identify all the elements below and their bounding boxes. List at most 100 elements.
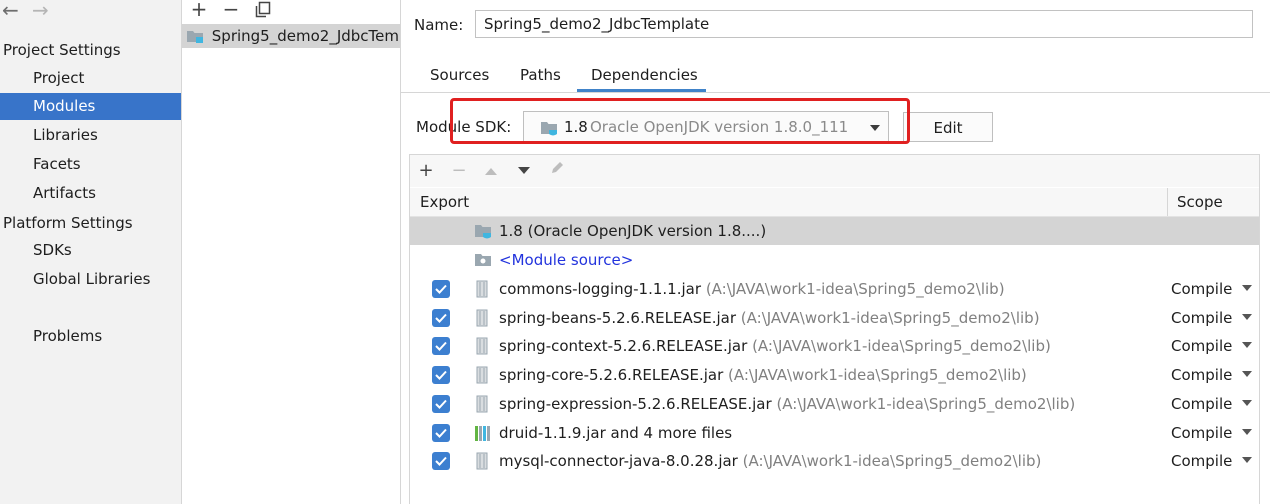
scope-select[interactable]: Compile [1171,304,1232,332]
table-row-dependency[interactable]: druid-1.1.9.jar and 4 more files Compile [410,419,1259,447]
module-folder-icon [187,31,203,43]
forward-arrow-icon[interactable]: → [32,0,56,22]
export-checkbox[interactable] [432,395,450,413]
chevron-down-icon[interactable] [1241,399,1253,407]
sidebar-item-project[interactable]: Project [0,65,181,92]
triangle-down-icon [518,167,530,174]
sidebar-item-modules[interactable]: Modules [0,93,181,120]
export-checkbox[interactable] [432,452,450,470]
sidebar-item-facets[interactable]: Facets [0,151,181,178]
tab-sources[interactable]: Sources [430,62,489,92]
sidebar-item-problems[interactable]: Problems [0,323,181,350]
project-settings-header: Project Settings [3,41,121,59]
settings-sidebar: ← → Project Settings Project Modules Lib… [0,0,182,504]
scope-select[interactable]: Compile [1171,419,1232,447]
scope-select[interactable]: Compile [1171,447,1232,475]
tab-paths[interactable]: Paths [520,62,561,92]
export-checkbox[interactable] [432,337,450,355]
table-row-dependency[interactable]: commons-logging-1.1.1.jar (A:\JAVA\work1… [410,275,1259,303]
scope-column-header[interactable]: Scope [1177,188,1223,216]
table-row-dependency[interactable]: spring-context-5.2.6.RELEASE.jar (A:\JAV… [410,332,1259,360]
column-divider[interactable] [1167,188,1168,216]
highlight-annotation [450,98,910,144]
table-row-sdk[interactable]: 1.8 (Oracle OpenJDK version 1.8....) [410,217,1259,245]
scope-select[interactable]: Compile [1171,275,1232,303]
dependency-path: (A:\JAVA\work1-idea\Spring5_demo2\lib) [705,280,1005,298]
jar-icon [474,309,490,331]
add-dependency-button[interactable]: + [415,159,437,183]
back-arrow-icon[interactable]: ← [2,0,26,22]
module-source-label: <Module source> [499,251,634,269]
edit-sdk-button[interactable]: Edit [903,112,993,142]
chevron-down-icon[interactable] [1241,370,1253,378]
checkmark-icon [435,370,447,380]
edit-dependency-button[interactable] [546,159,568,183]
chevron-down-icon[interactable] [1241,284,1253,292]
scope-select[interactable]: Compile [1171,361,1232,389]
table-row-module-source[interactable]: <Module source> [410,246,1259,274]
sidebar-item-artifacts[interactable]: Artifacts [0,180,181,207]
dependency-name: spring-core-5.2.6.RELEASE.jar [499,366,724,384]
checkmark-icon [435,341,447,351]
module-name-input[interactable]: Spring5_demo2_JdbcTemplate [475,10,1253,38]
dependency-name: spring-beans-5.2.6.RELEASE.jar [499,309,737,327]
modules-list-pane: + − Spring5_demo2_JdbcTemplate [182,0,401,504]
checkmark-icon [435,399,447,409]
sidebar-item-global-libraries[interactable]: Global Libraries [0,266,181,293]
jar-icon [474,280,490,302]
table-row-dependency[interactable]: mysql-connector-java-8.0.28.jar (A:\JAVA… [410,447,1259,475]
chevron-down-icon[interactable] [1241,313,1253,321]
name-label: Name: [414,16,464,34]
dependency-name: spring-context-5.2.6.RELEASE.jar [499,337,748,355]
module-list-item-label: Spring5_demo2_JdbcTemplate [211,27,400,45]
export-checkbox[interactable] [432,280,450,298]
jar-icon [474,452,490,474]
sidebar-item-sdks[interactable]: SDKs [0,237,181,264]
scope-select[interactable]: Compile [1171,332,1232,360]
table-row-dependency[interactable]: spring-beans-5.2.6.RELEASE.jar (A:\JAVA\… [410,304,1259,332]
table-row-dependency[interactable]: spring-expression-5.2.6.RELEASE.jar (A:\… [410,390,1259,418]
checkmark-icon [435,456,447,466]
dependency-path: (A:\JAVA\work1-idea\Spring5_demo2\lib) [742,452,1042,470]
table-row-dependency[interactable]: spring-core-5.2.6.RELEASE.jar (A:\JAVA\w… [410,361,1259,389]
source-folder-icon [475,254,491,266]
export-checkbox[interactable] [432,366,450,384]
sidebar-item-libraries[interactable]: Libraries [0,122,181,149]
jar-icon [474,395,490,417]
chevron-down-icon[interactable] [1241,341,1253,349]
chevron-down-icon[interactable] [1241,456,1253,464]
checkmark-icon [435,284,447,294]
move-up-button[interactable] [480,159,502,183]
export-column-header[interactable]: Export [420,188,469,216]
dependency-path: (A:\JAVA\work1-idea\Spring5_demo2\lib) [740,309,1040,327]
checkmark-icon [435,313,447,323]
dependencies-table: + − Export Scope 1.8 (Oracle OpenJDK ver… [409,154,1260,504]
add-module-button[interactable]: + [188,0,210,20]
pencil-icon [552,162,563,173]
export-checkbox[interactable] [432,309,450,327]
export-checkbox[interactable] [432,424,450,442]
checkmark-icon [435,428,447,438]
library-icon [474,424,494,446]
dependency-path: (A:\JAVA\work1-idea\Spring5_demo2\lib) [776,395,1076,413]
copy-icon [255,1,271,18]
dependency-name: commons-logging-1.1.1.jar [499,280,702,298]
module-list-item[interactable]: Spring5_demo2_JdbcTemplate [182,24,400,48]
move-down-button[interactable] [513,159,535,183]
dependency-path: (A:\JAVA\work1-idea\Spring5_demo2\lib) [752,337,1051,355]
copy-module-button[interactable] [252,1,274,21]
sdk-row-label: 1.8 (Oracle OpenJDK version 1.8....) [499,222,767,240]
dependency-name: druid-1.1.9.jar and 4 more files [499,424,733,442]
tab-dependencies[interactable]: Dependencies [591,62,698,92]
dependency-path: (A:\JAVA\work1-idea\Spring5_demo2\lib) [728,366,1027,384]
triangle-up-icon [485,168,497,175]
jar-icon [474,337,490,359]
dependencies-header: Export Scope [410,188,1259,217]
scope-select[interactable]: Compile [1171,390,1232,418]
remove-dependency-button[interactable]: − [448,159,470,183]
platform-settings-header: Platform Settings [3,214,133,232]
tab-strip-divider [400,92,1270,93]
remove-module-button[interactable]: − [220,0,242,20]
dependency-name: mysql-connector-java-8.0.28.jar [499,452,738,470]
chevron-down-icon[interactable] [1241,428,1253,436]
